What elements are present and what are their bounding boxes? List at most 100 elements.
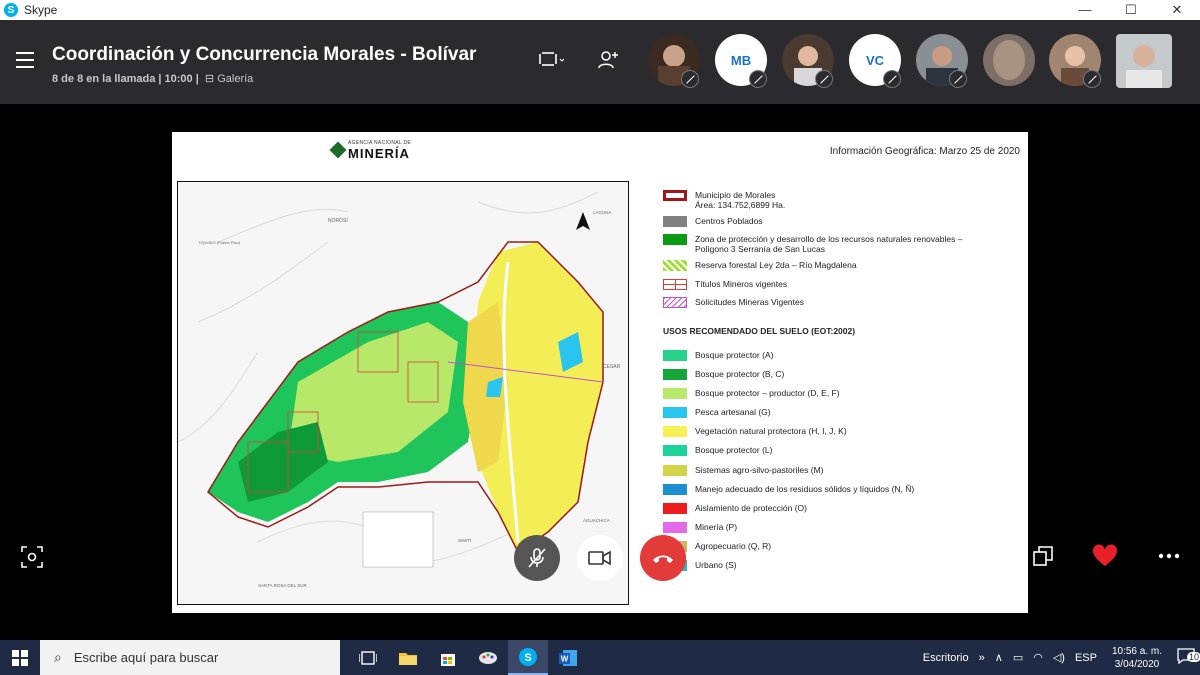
word-app-icon[interactable]: W (548, 640, 588, 675)
wifi-icon[interactable]: ◠ (1033, 651, 1043, 664)
use-item: Sistemas agro-silvo-pastoriles (M) (663, 465, 823, 476)
mute-icon (815, 70, 833, 88)
desktop-toolbar[interactable]: Escritorio (923, 652, 969, 664)
search-icon: ⌕ (54, 649, 62, 665)
mute-mic-button[interactable] (514, 535, 560, 581)
use-label: Manejo adecuado de los residuos sólidos … (695, 484, 915, 494)
mute-icon (749, 70, 767, 88)
use-label: Bosque protector – productor (D, E, F) (695, 388, 840, 398)
map-label-norosi: NOROSÍ (328, 217, 348, 224)
self-video-tile[interactable] (1116, 34, 1172, 88)
file-explorer-icon[interactable] (388, 640, 428, 675)
maximize-button[interactable]: ☐ (1108, 2, 1154, 18)
legend-swatch (663, 503, 687, 514)
legend-label: Zona de protección y desarrollo de los r… (695, 234, 963, 244)
legend-swatch (663, 445, 687, 456)
slide-info: Información Geográfica: Marzo 25 de 2020 (829, 146, 1020, 157)
heart-reaction-icon[interactable] (1091, 542, 1119, 570)
call-header: Coordinación y Concurrencia Morales - Bo… (0, 20, 1200, 104)
desktop-chevron-icon[interactable]: » (979, 652, 985, 664)
clock-time: 10:56 a. m. (1111, 645, 1162, 657)
legend-swatch (663, 388, 687, 399)
map-label-aguachica: AGUACHICA (583, 518, 610, 523)
use-item: Bosque protector (A) (663, 350, 773, 361)
map-label-laguna: LAGUNA (593, 210, 612, 215)
windows-start-icon[interactable] (0, 640, 40, 675)
windows-taskbar: ⌕ Escribe aquí para buscar S W Escritori… (0, 640, 1200, 675)
microsoft-store-icon[interactable] (428, 640, 468, 675)
window-controls: — ☐ ✕ (1062, 2, 1200, 18)
participant-avatar-6[interactable] (983, 34, 1035, 86)
logo-brand-text: MINERÍA (348, 146, 410, 161)
legend-swatch (663, 297, 687, 308)
volume-icon[interactable]: ◁) (1053, 651, 1065, 664)
end-call-button[interactable] (640, 535, 686, 581)
more-options-icon[interactable] (1156, 543, 1182, 569)
battery-icon[interactable]: ▭ (1013, 651, 1023, 664)
system-tray: Escritorio » ∧ ▭ ◠ ◁) ESP 10:56 a. m. 3/… (918, 640, 1200, 675)
mute-icon (883, 70, 901, 88)
window-title: Skype (24, 3, 58, 17)
tray-expand-icon[interactable]: ∧ (995, 651, 1003, 664)
mute-icon (1083, 70, 1101, 88)
use-item: Bosque protector – productor (D, E, F) (663, 388, 840, 399)
legend-label: Centros Poblados (695, 216, 763, 226)
legend-swatch (663, 260, 687, 271)
legend-label: Municipio de Morales (695, 190, 776, 200)
clock-date: 3/04/2020 (1114, 658, 1160, 670)
search-placeholder: Escribe aquí para buscar (73, 650, 219, 665)
menu-icon[interactable] (16, 52, 34, 73)
legend-label: Títulos Mineros vigentes (695, 279, 788, 289)
gallery-icon[interactable]: ⊟ (202, 73, 214, 85)
use-item: Bosque protector (B, C) (663, 369, 784, 380)
call-title: Coordinación y Concurrencia Morales - Bo… (52, 44, 477, 65)
add-participant-icon[interactable] (598, 50, 620, 75)
uses-heading: USOS RECOMENDADO DEL SUELO (EOT:2002) (663, 326, 856, 336)
taskbar-clock[interactable]: 10:56 a. m. 3/04/2020 (1112, 645, 1162, 671)
svg-text:S: S (524, 652, 531, 664)
minimize-button[interactable]: — (1062, 2, 1108, 18)
logo-diamond-icon (329, 141, 347, 159)
legend-swatch (663, 407, 687, 418)
use-label: Vegetación natural protectora (H, I, J, … (695, 426, 847, 436)
legend-item: Títulos Mineros vigentes (663, 279, 787, 290)
use-item: Aislamiento de protección (O) (663, 503, 807, 514)
use-item: Bosque protector (L) (663, 445, 772, 456)
taskbar-search-box[interactable]: ⌕ Escribe aquí para buscar (40, 640, 340, 675)
call-status: 8 de 8 en la llamada | 10:00 | (52, 73, 199, 85)
video-button[interactable] (577, 535, 623, 581)
legend-swatch (663, 234, 687, 245)
call-subtitle: 8 de 8 en la llamada | 10:00 | ⊟ Galería (52, 72, 253, 85)
mute-icon (949, 70, 967, 88)
skype-taskbar-icon[interactable]: S (508, 640, 548, 675)
legend-label-2: Área: 134.752,6899 Ha. (695, 200, 786, 210)
task-view-icon[interactable] (348, 640, 388, 675)
legend-item: Reserva forestal Ley 2da – Río Magdalena (663, 260, 857, 271)
legend-item: Zona de protección y desarrollo de los r… (663, 234, 962, 254)
call-stage: AGENCIA NACIONAL DE MINERÍA Información … (0, 104, 1200, 640)
legend-item: Municipio de Morales Área: 134.752,6899 H… (663, 190, 785, 210)
notification-center-icon[interactable]: 10 (1177, 648, 1200, 667)
paint-app-icon[interactable] (468, 640, 508, 675)
input-language[interactable]: ESP (1075, 652, 1097, 664)
legend-swatch (663, 369, 687, 380)
chat-icon[interactable] (966, 543, 992, 569)
legend-swatch (663, 465, 687, 476)
snapshot-icon[interactable] (20, 545, 44, 569)
legend-swatch (663, 190, 687, 201)
close-window-button[interactable]: ✕ (1154, 2, 1200, 18)
legend-label: Reserva forestal Ley 2da – Río Magdalena (695, 260, 857, 270)
notification-count: 10 (1186, 652, 1200, 662)
screen-share-icon[interactable] (538, 50, 565, 75)
legend-swatch (663, 484, 687, 495)
use-label: Bosque protector (A) (695, 350, 774, 360)
use-label: Bosque protector (B, C) (695, 369, 785, 379)
view-mode[interactable]: Galería (217, 73, 253, 85)
skype-logo-icon: S (4, 3, 18, 17)
use-item: Vegetación natural protectora (H, I, J, … (663, 426, 847, 437)
map-label-tiquisio: TIQUISIO (Puerto Rico) (198, 240, 241, 245)
legend-swatch (663, 279, 687, 290)
use-label: Bosque protector (L) (695, 445, 773, 455)
legend-swatch (663, 350, 687, 361)
switch-camera-icon[interactable] (1030, 543, 1056, 569)
